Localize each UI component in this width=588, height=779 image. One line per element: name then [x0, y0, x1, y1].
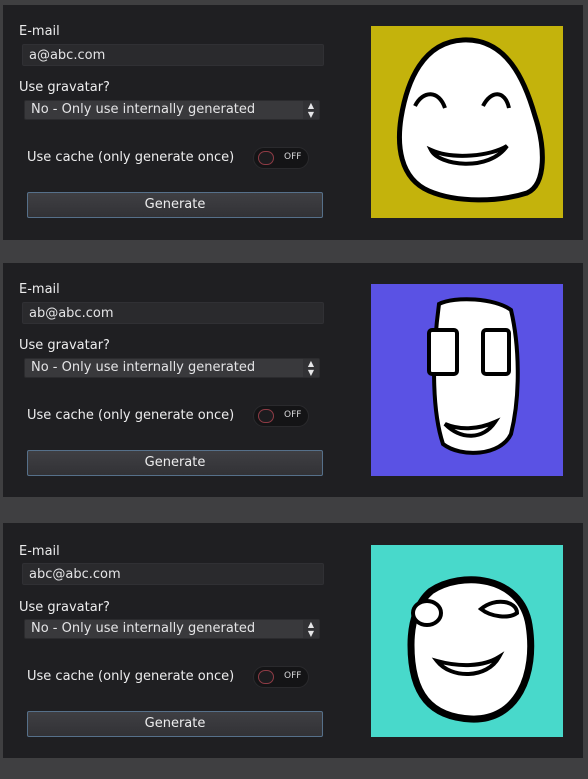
avatar-panel-1: E-mail Use gravatar? No - Only use inter…	[3, 5, 583, 240]
cache-label: Use cache (only generate once)	[27, 408, 235, 423]
cache-toggle[interactable]: OFF	[253, 147, 309, 169]
generate-button[interactable]: Generate	[27, 192, 323, 218]
avatar-image	[371, 26, 563, 218]
cache-label: Use cache (only generate once)	[27, 669, 235, 684]
toggle-state: OFF	[284, 671, 302, 681]
cache-toggle[interactable]: OFF	[253, 405, 309, 427]
gravatar-select-value: No - Only use internally generated	[31, 621, 256, 636]
toggle-knob	[258, 409, 274, 423]
gravatar-select[interactable]: No - Only use internally generated ▲ ▼	[24, 358, 320, 378]
toggle-state: OFF	[284, 152, 302, 162]
avatar-image	[371, 545, 563, 737]
left-eye	[427, 328, 459, 376]
toggle-knob	[258, 151, 274, 165]
generate-button[interactable]: Generate	[27, 450, 323, 476]
cache-toggle[interactable]: OFF	[253, 666, 309, 688]
gravatar-select[interactable]: No - Only use internally generated ▲ ▼	[24, 619, 320, 639]
toggle-knob	[258, 670, 274, 684]
avatar-panel-2: E-mail Use gravatar? No - Only use inter…	[3, 263, 583, 497]
cache-label: Use cache (only generate once)	[27, 150, 235, 165]
right-eye	[481, 328, 511, 376]
right-eye	[477, 599, 520, 619]
select-arrows-icon: ▲ ▼	[303, 359, 319, 377]
email-input[interactable]	[22, 563, 324, 585]
email-input[interactable]	[22, 44, 324, 66]
gravatar-select-value: No - Only use internally generated	[31, 102, 256, 117]
avatar-panel-3: E-mail Use gravatar? No - Only use inter…	[3, 523, 583, 758]
email-label: E-mail	[19, 544, 60, 559]
gravatar-select[interactable]: No - Only use internally generated ▲ ▼	[24, 100, 320, 120]
gravatar-label: Use gravatar?	[19, 600, 110, 615]
select-arrows-icon: ▲ ▼	[303, 620, 319, 638]
left-eye	[411, 599, 443, 627]
toggle-state: OFF	[284, 410, 302, 420]
email-label: E-mail	[19, 24, 60, 39]
avatar-image	[371, 284, 563, 476]
gravatar-label: Use gravatar?	[19, 338, 110, 353]
gravatar-select-value: No - Only use internally generated	[31, 360, 256, 375]
gravatar-label: Use gravatar?	[19, 80, 110, 95]
email-label: E-mail	[19, 282, 60, 297]
generate-button[interactable]: Generate	[27, 711, 323, 737]
email-input[interactable]	[22, 302, 324, 324]
select-arrows-icon: ▲ ▼	[303, 101, 319, 119]
